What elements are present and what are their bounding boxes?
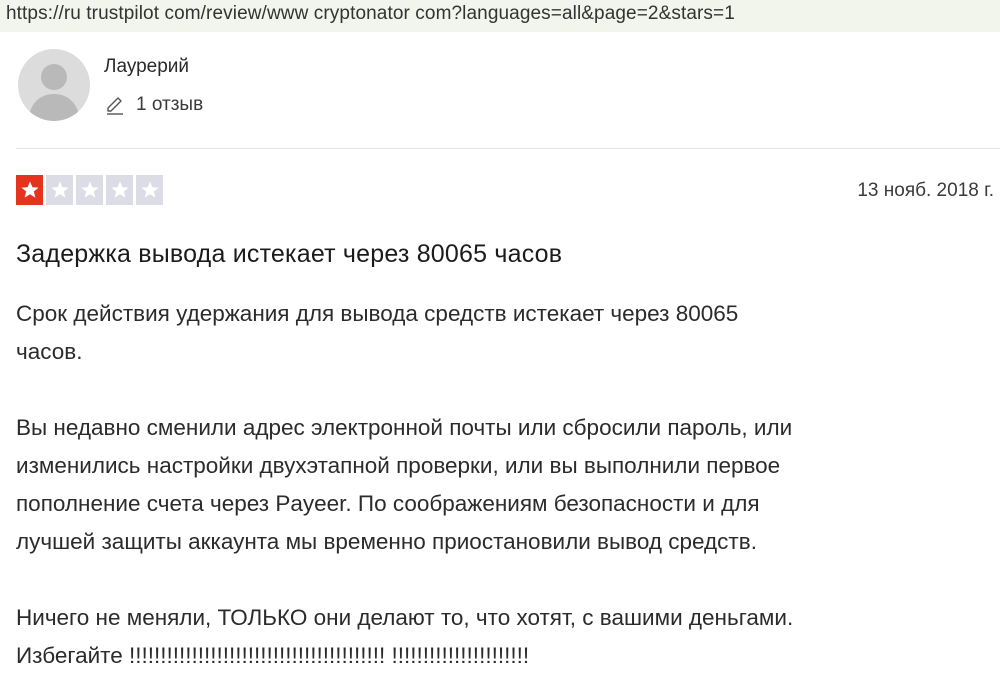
- star-icon: [136, 175, 163, 205]
- reviews-count-label: 1 отзыв: [136, 94, 204, 115]
- star-icon: [16, 175, 43, 205]
- review-body-line: Вы недавно сменили адрес электронной поч…: [16, 415, 793, 440]
- review-body-line: Срок действия удержания для вывода средс…: [16, 301, 739, 326]
- person-silhouette-icon: [28, 64, 80, 121]
- review-body-line: Избегайте !!!!!!!!!!!!!!!!!!!!!!!!!!!!!!…: [16, 643, 530, 668]
- avatar[interactable]: [18, 49, 90, 121]
- review-body-line: лучшей защиты аккаунта мы временно приос…: [16, 529, 757, 554]
- review-body-line: Ничего не меняли, ТОЛЬКО они делают то, …: [16, 605, 794, 630]
- url-text[interactable]: https://ru trustpilot com/review/www cry…: [6, 3, 735, 25]
- review-body-line: изменились настройки двухэтапной проверк…: [16, 453, 781, 478]
- review-title: Задержка вывода истекает через 80065 час…: [16, 240, 563, 268]
- star-rating: [16, 175, 163, 205]
- star-icon: [46, 175, 73, 205]
- pencil-icon: [107, 97, 123, 115]
- review-body-line: часов.: [16, 339, 83, 364]
- address-bar[interactable]: https://ru trustpilot com/review/www cry…: [0, 0, 1000, 32]
- star-icon: [76, 175, 103, 205]
- review-body: Срок действия удержания для вывода средс…: [16, 295, 996, 675]
- author-reviews-count: 1 отзыв: [104, 94, 203, 116]
- divider: [16, 148, 1000, 149]
- author-name[interactable]: Лаурерий: [104, 56, 189, 78]
- star-icon: [106, 175, 133, 205]
- review-body-line: пополнение счета через Payeer. По сообра…: [16, 491, 760, 516]
- review-date: 13 нояб. 2018 г.: [857, 180, 994, 201]
